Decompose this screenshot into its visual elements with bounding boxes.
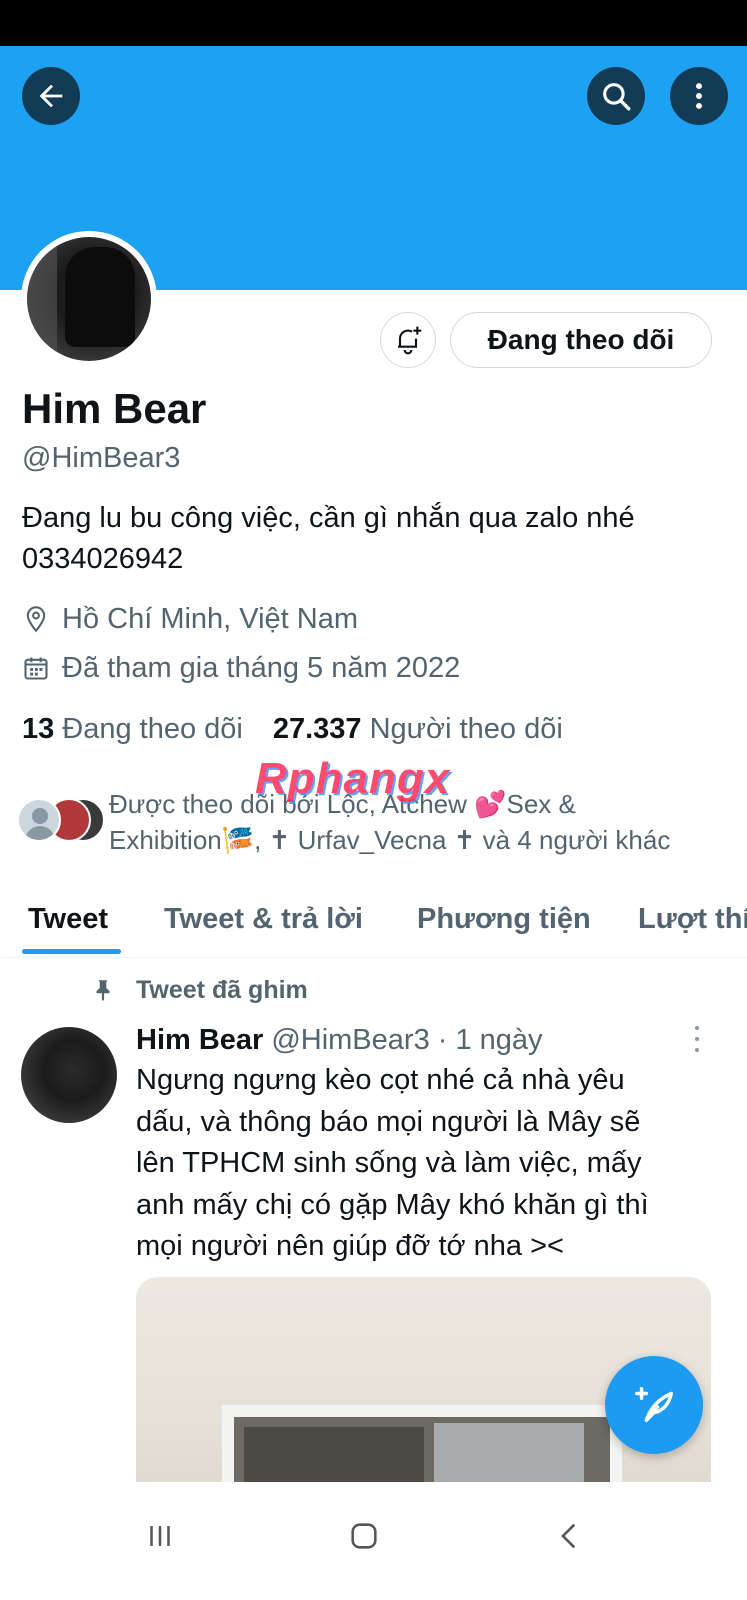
followed-by-text[interactable]: Được theo dõi bởi Lộc, Atchew 💕Sex & Exh… bbox=[109, 786, 729, 858]
calendar-icon bbox=[24, 657, 48, 680]
tweet-author-handle: @HimBear3 · 1 ngày bbox=[271, 1023, 543, 1056]
tab-likes[interactable]: Lượt thích bbox=[638, 880, 747, 958]
recent-apps-icon bbox=[150, 1526, 170, 1546]
search-button[interactable] bbox=[587, 67, 645, 125]
location-text: Hồ Chí Minh, Việt Nam bbox=[62, 602, 359, 635]
bio-phone: 0334026942 bbox=[22, 543, 184, 575]
home-button[interactable] bbox=[334, 1506, 394, 1566]
more-options-button[interactable] bbox=[670, 67, 728, 125]
pin-icon bbox=[96, 980, 110, 1001]
followed-by-avatars[interactable] bbox=[17, 798, 107, 844]
home-icon bbox=[351, 1523, 377, 1549]
followers-count[interactable]: 27.337 bbox=[273, 713, 362, 746]
pinned-text: Tweet đã ghim bbox=[136, 975, 308, 1004]
compose-tweet-icon bbox=[635, 1386, 673, 1423]
compose-tweet-button[interactable] bbox=[605, 1356, 703, 1454]
profile-location: Hồ Chí Minh, Việt Nam bbox=[22, 599, 358, 639]
bell-plus-icon bbox=[398, 326, 422, 355]
system-navigation-bar bbox=[0, 1482, 747, 1600]
search-icon bbox=[603, 83, 631, 111]
tweet-more-button[interactable] bbox=[686, 1022, 708, 1056]
following-button[interactable]: Đang theo dõi bbox=[450, 312, 712, 368]
tweet-text-line: anh mấy chị có gặp Mây khó khăn gì thì bbox=[136, 1188, 649, 1221]
profile-avatar[interactable] bbox=[21, 231, 157, 367]
profile-tabs: Tweet Tweet & trả lời Phương tiện Lượt t… bbox=[0, 880, 747, 958]
followed-by-line: Exhibition🎏, ✝ Urfav_Vecna ✝ và 4 người … bbox=[109, 825, 671, 855]
tweet-text-line: dấu, và thông báo mọi người là Mây sẽ bbox=[136, 1105, 641, 1138]
tab-tweets-and-replies[interactable]: Tweet & trả lời bbox=[164, 880, 363, 958]
profile-handle: @HimBear3 bbox=[22, 442, 181, 474]
tweet-header: Him Bear @HimBear3 · 1 ngày bbox=[136, 1020, 543, 1060]
profile-bio: Đang lu bu công việc, cần gì nhắn qua za… bbox=[22, 498, 722, 580]
followers-label[interactable]: Người theo dõi bbox=[370, 713, 563, 746]
pinned-tweet-label: Tweet đã ghim bbox=[90, 972, 308, 1008]
tweet-text-line: lên TPHCM sinh sống và làm việc, mấy bbox=[136, 1147, 642, 1179]
location-pin-icon bbox=[26, 606, 46, 633]
avatar-image bbox=[27, 237, 151, 361]
tab-tweets[interactable]: Tweet bbox=[28, 880, 108, 958]
status-bar bbox=[0, 0, 747, 46]
recent-apps-button[interactable] bbox=[130, 1506, 190, 1566]
notifications-button[interactable] bbox=[380, 312, 436, 368]
tweet-text-line: mọi người nên giúp đỡ tớ nha >< bbox=[136, 1230, 564, 1262]
following-count[interactable]: 13 bbox=[22, 713, 54, 746]
profile-display-name: Him Bear bbox=[22, 385, 207, 432]
active-tab-indicator bbox=[22, 949, 121, 954]
profile-joined-date: Đã tham gia tháng 5 năm 2022 bbox=[22, 648, 460, 688]
tweet-author-avatar[interactable] bbox=[21, 1027, 117, 1123]
joined-text: Đã tham gia tháng 5 năm 2022 bbox=[62, 651, 461, 684]
tweet-text-line: Ngưng ngưng kèo cọt nhé cả nhà yêu bbox=[136, 1064, 625, 1096]
default-avatar-icon bbox=[17, 798, 61, 842]
following-label[interactable]: Đang theo dõi bbox=[62, 713, 243, 746]
back-button[interactable] bbox=[22, 67, 80, 125]
tweet-author-name[interactable]: Him Bear bbox=[136, 1024, 263, 1057]
bio-line: Đang lu bu công việc, cần gì nhắn qua za… bbox=[22, 502, 635, 534]
followed-by-line: Được theo dõi bởi Lộc, Atchew 💕Sex & bbox=[109, 789, 576, 819]
arrow-left-icon bbox=[39, 84, 63, 108]
tweet-text: Ngưng ngưng kèo cọt nhé cả nhà yêu dấu, … bbox=[136, 1060, 711, 1268]
more-vertical-icon bbox=[696, 83, 702, 109]
profile-stats: 13 Đang theo dõi 27.337 Người theo dõi bbox=[22, 708, 563, 750]
system-back-button[interactable] bbox=[540, 1506, 600, 1566]
chevron-left-icon bbox=[561, 1523, 576, 1549]
tab-media[interactable]: Phương tiện bbox=[417, 880, 591, 958]
